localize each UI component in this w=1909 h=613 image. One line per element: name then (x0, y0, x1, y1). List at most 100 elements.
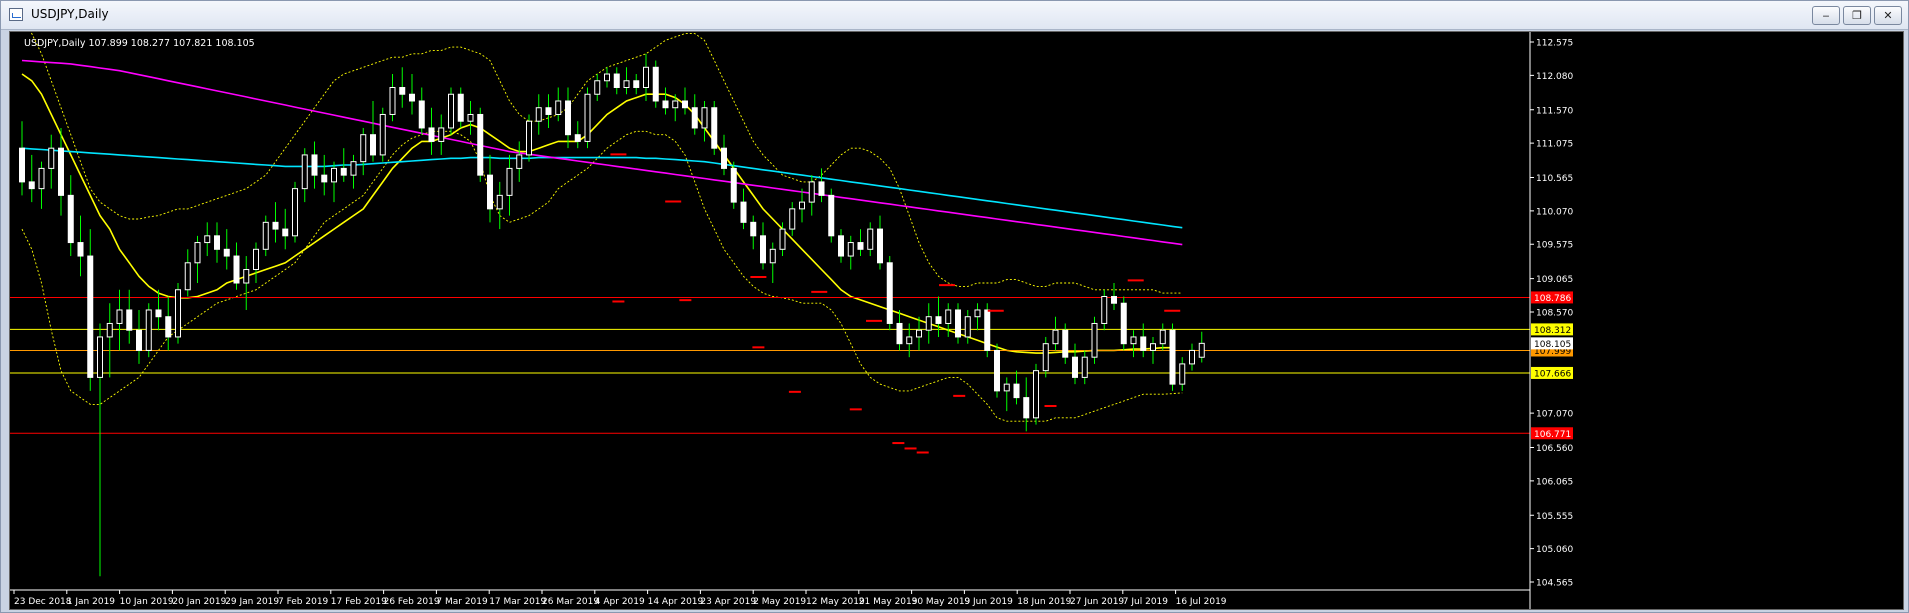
chart-canvas[interactable]: 108.786 108.312 107.999 107.666 106.771 108.1… (9, 31, 1904, 610)
candle-body (272, 221, 279, 230)
price-axis[interactable]: 112.575 112.080 111.570 111.075 110.565 110.0… (1529, 32, 1573, 609)
candle-body (994, 349, 1000, 392)
candle-body (545, 107, 552, 115)
candle-body (682, 100, 688, 109)
candlestick-chart[interactable]: 108.786108.312107.999107.666106.771108.1… (10, 32, 1903, 609)
candle-body (633, 80, 640, 89)
candles[interactable] (19, 53, 1205, 577)
price-tick-label: 105.060 (1536, 545, 1573, 555)
candle-body (984, 309, 991, 351)
time-tick-label: 18 Jun 2019 (1017, 597, 1071, 607)
candle-body (1081, 356, 1088, 378)
candle-body (516, 154, 523, 169)
price-tick-label: 110.070 (1536, 207, 1573, 217)
candle-body (487, 174, 493, 210)
candle-body (1013, 383, 1020, 399)
window-titlebar[interactable]: USDJPY,Daily ‒ ❐ ✕ (1, 1, 1908, 30)
candle-body (194, 242, 201, 264)
close-button[interactable]: ✕ (1874, 6, 1902, 25)
candle-body (350, 161, 357, 176)
price-tick-label: 111.075 (1536, 140, 1573, 150)
candle-body (730, 167, 737, 203)
candle-body (340, 167, 347, 176)
candle-body (535, 107, 542, 122)
candle-body (38, 167, 45, 190)
candle-body (925, 316, 932, 331)
candle-body (1033, 370, 1039, 419)
candle-body (652, 66, 659, 102)
candle-body (955, 309, 961, 338)
candle-body (418, 100, 425, 129)
candle-body (126, 309, 133, 331)
candle-body (379, 113, 386, 156)
time-tick-label: 14 Apr 2019 (648, 597, 704, 607)
candle-body (623, 80, 630, 89)
candle-body (867, 228, 874, 250)
minimize-button[interactable]: ‒ (1812, 6, 1840, 25)
candle-body (87, 255, 94, 378)
time-tick-label: 29 Jan 2019 (225, 597, 279, 607)
candle-body (145, 309, 152, 351)
price-tick-label: 105.555 (1536, 512, 1573, 522)
candle-body (574, 134, 581, 142)
candle-body (1101, 295, 1108, 324)
candle-body (1120, 302, 1127, 345)
candle-body (662, 100, 669, 109)
moving-averages (21, 59, 1183, 354)
candle-body (1159, 329, 1166, 345)
bollinger-bands (21, 32, 1183, 422)
ma-100-line (21, 147, 1183, 229)
time-tick-label: 21 May 2019 (859, 597, 918, 607)
candle-body (1169, 329, 1176, 385)
candle-body (321, 174, 328, 183)
candle-body (136, 329, 142, 351)
candle-body (292, 188, 298, 237)
price-tick-label: 112.080 (1536, 72, 1573, 82)
price-tick-label: 104.565 (1536, 579, 1573, 589)
level-label-1: 108.312 (1534, 326, 1571, 336)
candle-body (97, 336, 103, 378)
price-tick-label: 110.565 (1536, 174, 1573, 184)
candle-body (857, 242, 864, 250)
time-tick-label: 23 Apr 2019 (700, 597, 756, 607)
candle-body (1003, 383, 1010, 392)
candle-body (428, 127, 435, 142)
symbol-info: USDJPY,Daily 107.899 108.277 107.821 108… (24, 38, 255, 49)
candle-body (243, 269, 250, 284)
candle-body (974, 309, 981, 318)
candle-body (1130, 336, 1137, 345)
candle-body (311, 154, 318, 176)
candle-body (935, 316, 942, 324)
candle-body (1052, 329, 1059, 345)
candle-body (214, 235, 220, 250)
price-tick-label: 109.575 (1536, 241, 1573, 251)
candle-body (360, 134, 367, 163)
candle-body (457, 93, 464, 122)
time-tick-label: 4 Apr 2019 (595, 597, 645, 607)
time-tick-label: 7 Feb 2019 (278, 597, 329, 607)
symbol-info-text: USDJPY,Daily 107.899 108.277 107.821 108… (24, 38, 255, 49)
price-tick-label: 108.570 (1536, 309, 1573, 319)
time-tick-label: 12 May 2019 (806, 597, 865, 607)
level-label-3: 107.666 (1534, 369, 1571, 379)
candle-body (262, 221, 269, 250)
candle-body (565, 100, 571, 136)
candle-body (253, 248, 259, 271)
time-tick-label: 1 Jan 2019 (67, 597, 115, 607)
candle-body (838, 235, 844, 257)
time-tick-label: 26 Mar 2019 (542, 597, 599, 607)
candle-body (594, 80, 601, 95)
candle-body (1091, 322, 1098, 358)
restore-button[interactable]: ❐ (1843, 6, 1871, 25)
candle-body (1072, 356, 1078, 378)
horizontal-levels[interactable]: 108.786108.312107.999107.666106.771108.1… (10, 291, 1573, 440)
price-tick-label: 107.070 (1536, 410, 1573, 420)
time-axis[interactable]: 23 Dec 20181 Jan 2019 10 Jan 201920 Jan 2… (10, 589, 1530, 607)
candle-body (847, 242, 854, 257)
candle-body (721, 147, 727, 169)
candle-body (584, 93, 591, 142)
candle-body (964, 316, 971, 338)
candle-body (818, 181, 825, 196)
candle-body (613, 73, 620, 89)
candle-body (106, 322, 113, 338)
